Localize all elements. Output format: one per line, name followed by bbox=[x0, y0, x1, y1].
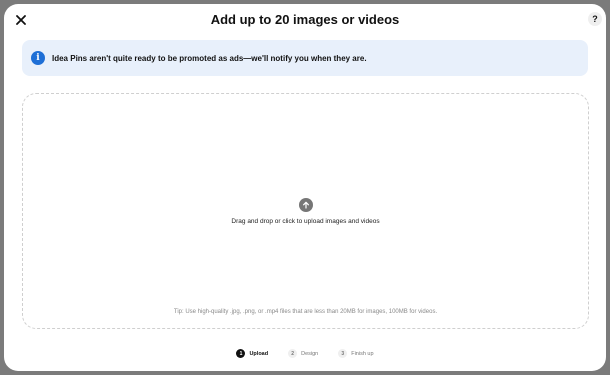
step-design[interactable]: 2 Design bbox=[288, 349, 318, 358]
step-number: 2 bbox=[288, 349, 298, 358]
step-number: 3 bbox=[338, 349, 348, 358]
step-label: Upload bbox=[249, 350, 269, 357]
progress-stepper: 1 Upload 2 Design 3 Finish up bbox=[4, 349, 606, 358]
info-banner: i Idea Pins aren't quite ready to be pro… bbox=[22, 40, 588, 76]
upload-arrow-icon[interactable] bbox=[299, 198, 313, 212]
info-icon: i bbox=[31, 51, 45, 65]
banner-text: Idea Pins aren't quite ready to be promo… bbox=[52, 53, 367, 63]
step-finish-up[interactable]: 3 Finish up bbox=[338, 349, 374, 358]
help-button[interactable]: ? bbox=[588, 12, 602, 26]
step-upload[interactable]: 1 Upload bbox=[236, 349, 268, 358]
upload-dropzone[interactable]: Drag and drop or click to upload images … bbox=[22, 93, 589, 329]
dropzone-tip: Tip: Use high-quality .jpg, .png, or .mp… bbox=[173, 309, 438, 315]
modal-title: Add up to 20 images or videos bbox=[210, 12, 400, 27]
step-number: 1 bbox=[236, 349, 246, 358]
step-label: Design bbox=[301, 350, 319, 357]
upload-modal: Add up to 20 images or videos ? i Idea P… bbox=[4, 4, 606, 371]
dropzone-instruction: Drag and drop or click to upload images … bbox=[231, 218, 380, 225]
step-label: Finish up bbox=[351, 350, 374, 357]
